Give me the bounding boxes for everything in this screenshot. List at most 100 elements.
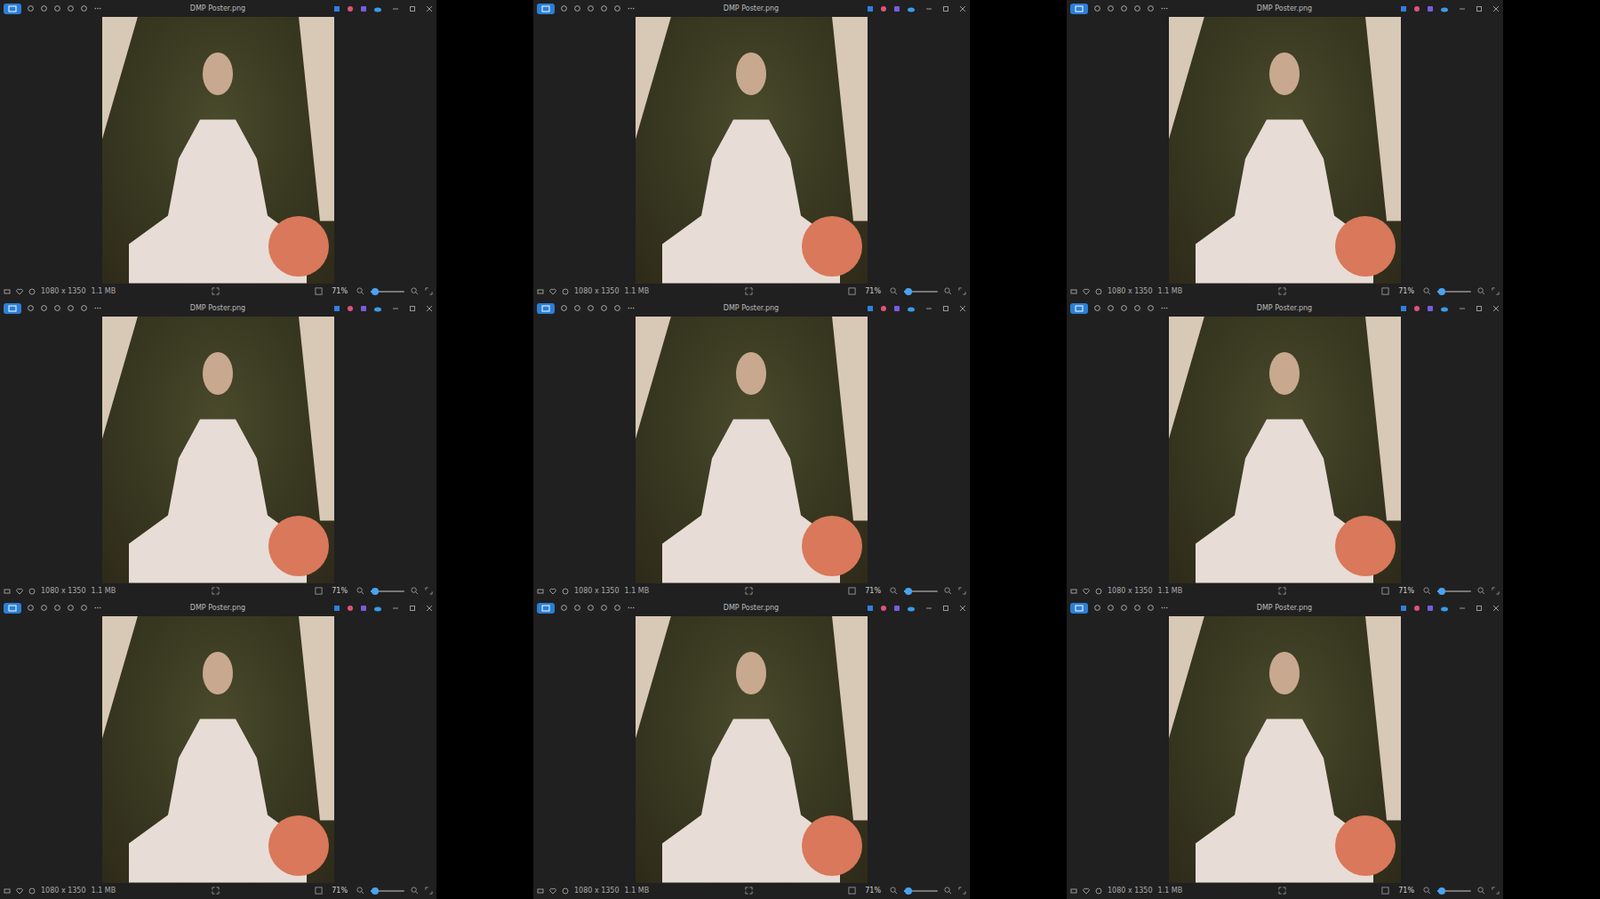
actual-size-icon[interactable] — [1381, 287, 1390, 296]
zoom-dropdown[interactable]: 71% — [862, 885, 884, 896]
more-icon[interactable] — [1160, 4, 1169, 13]
close-icon[interactable] — [1492, 304, 1500, 312]
close-icon[interactable] — [959, 604, 967, 612]
info-icon[interactable] — [561, 288, 569, 296]
info-icon[interactable] — [1095, 887, 1103, 895]
clipchamp-icon[interactable] — [1426, 304, 1434, 312]
fit-icon[interactable] — [1278, 586, 1287, 595]
paint-icon[interactable] — [1413, 304, 1421, 312]
filmstrip-icon[interactable] — [1070, 587, 1078, 595]
onedrive-icon[interactable] — [906, 5, 916, 13]
info-icon[interactable] — [28, 587, 36, 595]
fit-icon[interactable] — [1278, 886, 1287, 895]
onedrive-icon[interactable] — [906, 304, 916, 312]
toolbar-tool-icon[interactable] — [53, 603, 62, 612]
clipchamp-icon[interactable] — [360, 604, 368, 612]
favorite-icon[interactable] — [1082, 887, 1090, 895]
toolbar-tool-icon[interactable] — [1120, 4, 1128, 13]
edit-button[interactable] — [3, 3, 22, 15]
zoom-slider[interactable] — [1437, 590, 1472, 592]
paint-icon[interactable] — [880, 304, 888, 312]
paint-icon[interactable] — [346, 5, 354, 13]
paint-icon[interactable] — [346, 604, 354, 612]
minimize-icon[interactable] — [1458, 5, 1466, 13]
maximize-icon[interactable] — [942, 304, 950, 312]
close-icon[interactable] — [425, 304, 433, 312]
zoom-out-icon[interactable] — [356, 287, 365, 296]
toolbar-tool-icon[interactable] — [1133, 603, 1142, 612]
paint-icon[interactable] — [1413, 5, 1421, 13]
toolbar-tool-icon[interactable] — [1093, 603, 1102, 612]
toolbar-tool-icon[interactable] — [1133, 4, 1142, 13]
fit-icon[interactable] — [211, 287, 220, 296]
toolbar-tool-icon[interactable] — [560, 304, 568, 312]
maximize-icon[interactable] — [408, 304, 416, 312]
clipchamp-icon[interactable] — [360, 304, 368, 312]
zoom-in-icon[interactable] — [944, 586, 952, 595]
edit-button[interactable] — [536, 602, 555, 614]
toolbar-tool-icon[interactable] — [586, 603, 595, 612]
actual-size-icon[interactable] — [314, 586, 323, 595]
info-icon[interactable] — [561, 587, 569, 595]
onedrive-icon[interactable] — [906, 604, 916, 612]
zoom-out-icon[interactable] — [356, 586, 365, 595]
maximize-icon[interactable] — [942, 5, 950, 13]
toolbar-tool-icon[interactable] — [586, 304, 595, 312]
zoom-dropdown[interactable]: 71% — [1395, 885, 1417, 896]
zoom-slider[interactable] — [370, 590, 405, 592]
info-icon[interactable] — [561, 887, 569, 895]
paint-icon[interactable] — [880, 5, 888, 13]
zoom-in-icon[interactable] — [410, 886, 419, 895]
actual-size-icon[interactable] — [848, 886, 856, 895]
minimize-icon[interactable] — [392, 304, 400, 312]
toolbar-tool-icon[interactable] — [80, 4, 88, 13]
toolbar-tool-icon[interactable] — [40, 603, 48, 612]
toolbar-tool-icon[interactable] — [66, 4, 75, 13]
fullscreen-icon[interactable] — [958, 886, 967, 895]
more-icon[interactable] — [626, 4, 636, 13]
fit-icon[interactable] — [1278, 287, 1287, 296]
zoom-dropdown[interactable]: 71% — [328, 585, 351, 596]
filmstrip-icon[interactable] — [3, 288, 11, 296]
toolbar-tool-icon[interactable] — [26, 4, 35, 13]
maximize-icon[interactable] — [942, 604, 950, 612]
paint-icon[interactable] — [1413, 604, 1421, 612]
zoom-slider[interactable] — [1437, 290, 1472, 293]
toolbar-tool-icon[interactable] — [1133, 304, 1142, 312]
toolbar-tool-icon[interactable] — [26, 603, 35, 612]
onedrive-icon[interactable] — [1440, 5, 1449, 13]
info-icon[interactable] — [1095, 587, 1103, 595]
edit-button[interactable] — [1070, 303, 1088, 314]
onedrive-icon[interactable] — [1440, 304, 1449, 312]
actual-size-icon[interactable] — [1381, 886, 1390, 895]
fit-icon[interactable] — [211, 886, 220, 895]
onedrive-icon[interactable] — [373, 5, 383, 13]
fit-icon[interactable] — [744, 886, 753, 895]
more-icon[interactable] — [626, 603, 636, 612]
share-icon[interactable] — [866, 304, 874, 312]
share-icon[interactable] — [866, 604, 874, 612]
close-icon[interactable] — [425, 604, 433, 612]
more-icon[interactable] — [93, 4, 103, 13]
favorite-icon[interactable] — [16, 887, 24, 895]
fullscreen-icon[interactable] — [1491, 586, 1500, 595]
close-icon[interactable] — [1492, 604, 1500, 612]
toolbar-tool-icon[interactable] — [1093, 304, 1102, 312]
actual-size-icon[interactable] — [1381, 586, 1390, 595]
minimize-icon[interactable] — [392, 5, 400, 13]
edit-button[interactable] — [536, 303, 555, 314]
more-icon[interactable] — [93, 603, 103, 612]
toolbar-tool-icon[interactable] — [26, 304, 35, 312]
toolbar-tool-icon[interactable] — [53, 304, 62, 312]
maximize-icon[interactable] — [1475, 604, 1483, 612]
toolbar-tool-icon[interactable] — [613, 4, 622, 13]
zoom-in-icon[interactable] — [944, 886, 952, 895]
share-icon[interactable] — [333, 304, 341, 312]
toolbar-tool-icon[interactable] — [600, 603, 608, 612]
filmstrip-icon[interactable] — [3, 887, 11, 895]
toolbar-tool-icon[interactable] — [1146, 4, 1155, 13]
toolbar-tool-icon[interactable] — [80, 603, 88, 612]
fit-icon[interactable] — [211, 586, 220, 595]
share-icon[interactable] — [866, 5, 874, 13]
zoom-dropdown[interactable]: 71% — [328, 286, 351, 296]
